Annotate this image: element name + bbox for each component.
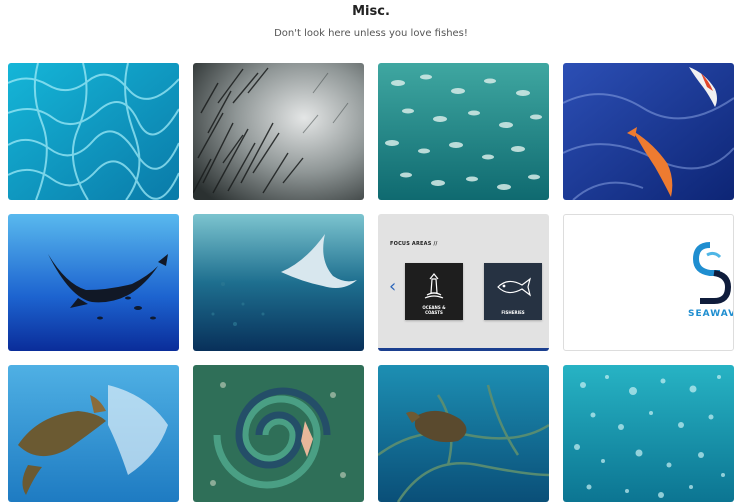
sardine-school-image (193, 63, 364, 200)
page-title: Misc. (352, 4, 390, 19)
page-subtitle: Don't look here unless you love fishes! (274, 28, 468, 39)
gallery-image-plastic-spiral[interactable] (193, 365, 364, 502)
focus-areas-card[interactable]: FOCUS AREAS // ‹ OCEANS & COASTS FISHERI… (378, 214, 549, 351)
koi-fish-image (563, 63, 734, 200)
gallery-image-fish-school[interactable] (378, 63, 549, 200)
seawave-wordmark: SEAWAV (688, 309, 734, 319)
focus-card-label-line2: COASTS (425, 310, 443, 315)
gallery-image-manta-blue[interactable] (8, 214, 179, 351)
gallery-image-turtle-net[interactable] (378, 365, 549, 502)
gallery-image-caustic-water[interactable] (8, 63, 179, 200)
gallery-image-manta-deep[interactable] (193, 214, 364, 351)
seawave-logo-card[interactable]: SEAWAV (563, 214, 734, 351)
chevron-left-icon[interactable]: ‹ (389, 278, 396, 296)
focus-card-oceans-coasts[interactable]: OCEANS & COASTS (405, 263, 463, 320)
gallery-image-bubbles[interactable] (563, 365, 734, 502)
focus-areas-title: FOCUS AREAS // (390, 241, 438, 247)
manta-ray-image (8, 214, 179, 351)
seawave-logo-icon (692, 242, 732, 304)
bubbles-image (563, 365, 734, 502)
gallery-image-koi[interactable] (563, 63, 734, 200)
fish-school-image (378, 63, 549, 200)
focus-card-fisheries[interactable]: FISHERIES (484, 263, 542, 320)
gallery-image-turtle-plastic[interactable] (8, 365, 179, 502)
turtle-net-image (378, 365, 549, 502)
turtle-plastic-image (8, 365, 179, 502)
focus-card-label-line1: FISHERIES (501, 310, 525, 315)
plastic-spiral-image (193, 365, 364, 502)
manta-ray-deep-image (193, 214, 364, 351)
gallery-image-sardine-school[interactable] (193, 63, 364, 200)
image-gallery: FOCUS AREAS // ‹ OCEANS & COASTS FISHERI… (8, 63, 734, 502)
water-caustics-image (8, 63, 179, 200)
